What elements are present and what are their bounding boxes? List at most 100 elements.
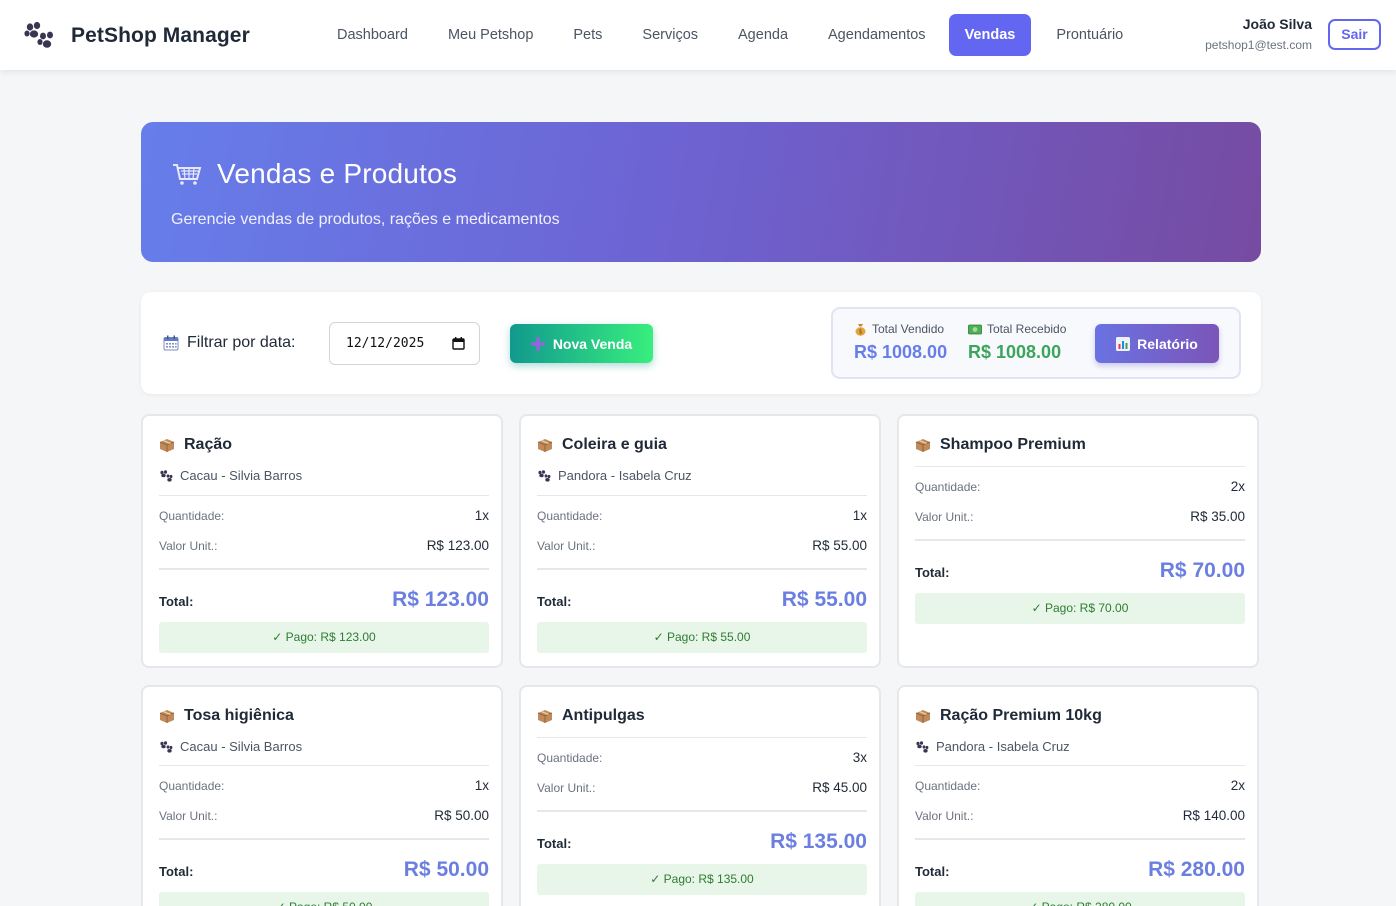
logout-button[interactable]: Sair <box>1328 19 1381 50</box>
total-sold-label: $ Total Vendido <box>854 322 947 336</box>
unit-price-value: R$ 45.00 <box>812 780 867 795</box>
unit-price-row: Valor Unit.: R$ 35.00 <box>915 509 1245 524</box>
unit-price-value: R$ 123.00 <box>426 538 489 553</box>
sale-product-title: Tosa higiênica <box>159 707 294 725</box>
brand-name: PetShop Manager <box>71 24 250 47</box>
sale-product-title: Shampoo Premium <box>915 436 1086 454</box>
calendar-picker-icon[interactable] <box>452 337 465 350</box>
sale-card: Shampoo Premium Quantidade: 2x Valor Uni… <box>897 414 1259 668</box>
totals-summary: $ Total Vendido R$ 1008.00 Total Recebid… <box>831 307 1241 379</box>
report-label: Relatório <box>1137 335 1198 352</box>
nav-item-agenda[interactable]: Agenda <box>719 14 807 56</box>
package-icon <box>915 438 931 452</box>
banknote-icon <box>968 324 982 335</box>
unit-price-value: R$ 140.00 <box>1182 808 1245 823</box>
quantity-row: Quantidade: 1x <box>537 508 867 523</box>
paw-icon <box>159 740 173 753</box>
nav-item-vendas[interactable]: Vendas <box>948 14 1032 56</box>
total-row: Total: R$ 135.00 <box>537 830 867 853</box>
new-sale-label: Nova Venda <box>552 335 633 352</box>
divider <box>537 495 867 496</box>
new-sale-button[interactable]: Nova Venda <box>510 324 653 363</box>
unit-price-row: Valor Unit.: R$ 123.00 <box>159 538 489 553</box>
quantity-row: Quantidade: 1x <box>159 778 489 793</box>
unit-price-row: Valor Unit.: R$ 45.00 <box>537 780 867 795</box>
sale-pet-owner: Cacau - Silvia Barros <box>159 739 302 754</box>
quantity-value: 1x <box>852 508 867 523</box>
sale-card: Ração Premium 10kg Pandora - Isabela Cru… <box>897 685 1259 906</box>
page-subtitle: Gerencie vendas de produtos, rações e me… <box>171 211 560 228</box>
money-bag-icon: $ <box>854 323 867 336</box>
total-row: Total: R$ 70.00 <box>915 559 1245 582</box>
cart-icon <box>171 162 203 186</box>
sale-card: Coleira e guia Pandora - Isabela Cruz Qu… <box>519 414 881 668</box>
package-icon <box>537 709 553 723</box>
divider <box>159 568 489 570</box>
sale-card: Antipulgas Quantidade: 3x Valor Unit.: R… <box>519 685 881 906</box>
page-header-banner: Vendas e Produtos Gerencie vendas de pro… <box>141 122 1261 262</box>
user-info: João Silva petshop1@test.com <box>1205 16 1312 52</box>
total-value: R$ 280.00 <box>1148 858 1245 881</box>
package-icon <box>159 438 175 452</box>
plus-icon <box>530 336 545 351</box>
nav-item-prontuario[interactable]: Prontuário <box>1037 14 1142 56</box>
brand[interactable]: PetShop Manager <box>24 21 250 50</box>
date-filter-label: Filtrar por data: <box>163 334 295 352</box>
package-icon <box>537 438 553 452</box>
calendar-icon <box>163 335 179 351</box>
divider <box>915 838 1245 840</box>
paid-status-badge: ✓ Pago: R$ 123.00 <box>159 622 489 653</box>
divider <box>537 568 867 570</box>
main-nav: Dashboard Meu Petshop Pets Serviços Agen… <box>318 14 1144 56</box>
quantity-value: 3x <box>852 750 867 765</box>
sale-product-title: Coleira e guia <box>537 436 667 454</box>
total-received: Total Recebido R$ 1008.00 <box>968 322 1066 363</box>
package-icon <box>159 709 175 723</box>
user-name: João Silva <box>1242 16 1312 32</box>
nav-item-servicos[interactable]: Serviços <box>623 14 717 56</box>
divider <box>915 765 1245 766</box>
sale-pet-owner: Pandora - Isabela Cruz <box>915 739 1070 754</box>
total-value: R$ 123.00 <box>392 588 489 611</box>
date-filter-label-text: Filtrar por data: <box>187 334 296 351</box>
unit-price-row: Valor Unit.: R$ 50.00 <box>159 808 489 823</box>
report-button[interactable]: Relatório <box>1095 324 1219 363</box>
total-value: R$ 55.00 <box>781 588 867 611</box>
total-value: R$ 135.00 <box>770 830 867 853</box>
date-filter-input[interactable]: 12/12/2025 <box>329 322 480 365</box>
total-row: Total: R$ 55.00 <box>537 588 867 611</box>
navbar: PetShop Manager Dashboard Meu Petshop Pe… <box>0 0 1396 70</box>
unit-price-row: Valor Unit.: R$ 55.00 <box>537 538 867 553</box>
paid-status-badge: ✓ Pago: R$ 55.00 <box>537 622 867 653</box>
paw-icon <box>915 740 929 753</box>
paw-icon <box>24 21 56 50</box>
quantity-value: 2x <box>1230 479 1245 494</box>
total-value: R$ 70.00 <box>1159 559 1245 582</box>
page-title-text: Vendas e Produtos <box>217 158 458 189</box>
unit-price-value: R$ 50.00 <box>434 808 489 823</box>
paid-status-badge: ✓ Pago: R$ 70.00 <box>915 593 1245 624</box>
paw-icon <box>159 469 173 482</box>
sale-card: Tosa higiênica Cacau - Silvia Barros Qua… <box>141 685 503 906</box>
unit-price-value: R$ 55.00 <box>812 538 867 553</box>
sale-product-title: Ração Premium 10kg <box>915 707 1102 725</box>
svg-text:$: $ <box>859 328 863 335</box>
total-row: Total: R$ 50.00 <box>159 858 489 881</box>
quantity-value: 1x <box>474 778 489 793</box>
quantity-value: 2x <box>1230 778 1245 793</box>
total-received-value: R$ 1008.00 <box>968 342 1062 362</box>
total-value: R$ 50.00 <box>403 858 489 881</box>
nav-item-agendamentos[interactable]: Agendamentos <box>809 14 945 56</box>
package-icon <box>915 709 931 723</box>
unit-price-value: R$ 35.00 <box>1190 509 1245 524</box>
sale-card: Ração Cacau - Silvia Barros Quantidade: … <box>141 414 503 668</box>
sale-pet-owner: Pandora - Isabela Cruz <box>537 468 692 483</box>
nav-item-pets[interactable]: Pets <box>554 14 621 56</box>
divider <box>159 838 489 840</box>
page-title: Vendas e Produtos <box>171 158 457 190</box>
date-filter-value: 12/12/2025 <box>346 336 425 351</box>
nav-item-dashboard[interactable]: Dashboard <box>318 14 427 56</box>
nav-item-meu-petshop[interactable]: Meu Petshop <box>429 14 552 56</box>
quantity-row: Quantidade: 1x <box>159 508 489 523</box>
total-sold-value: R$ 1008.00 <box>854 342 948 362</box>
